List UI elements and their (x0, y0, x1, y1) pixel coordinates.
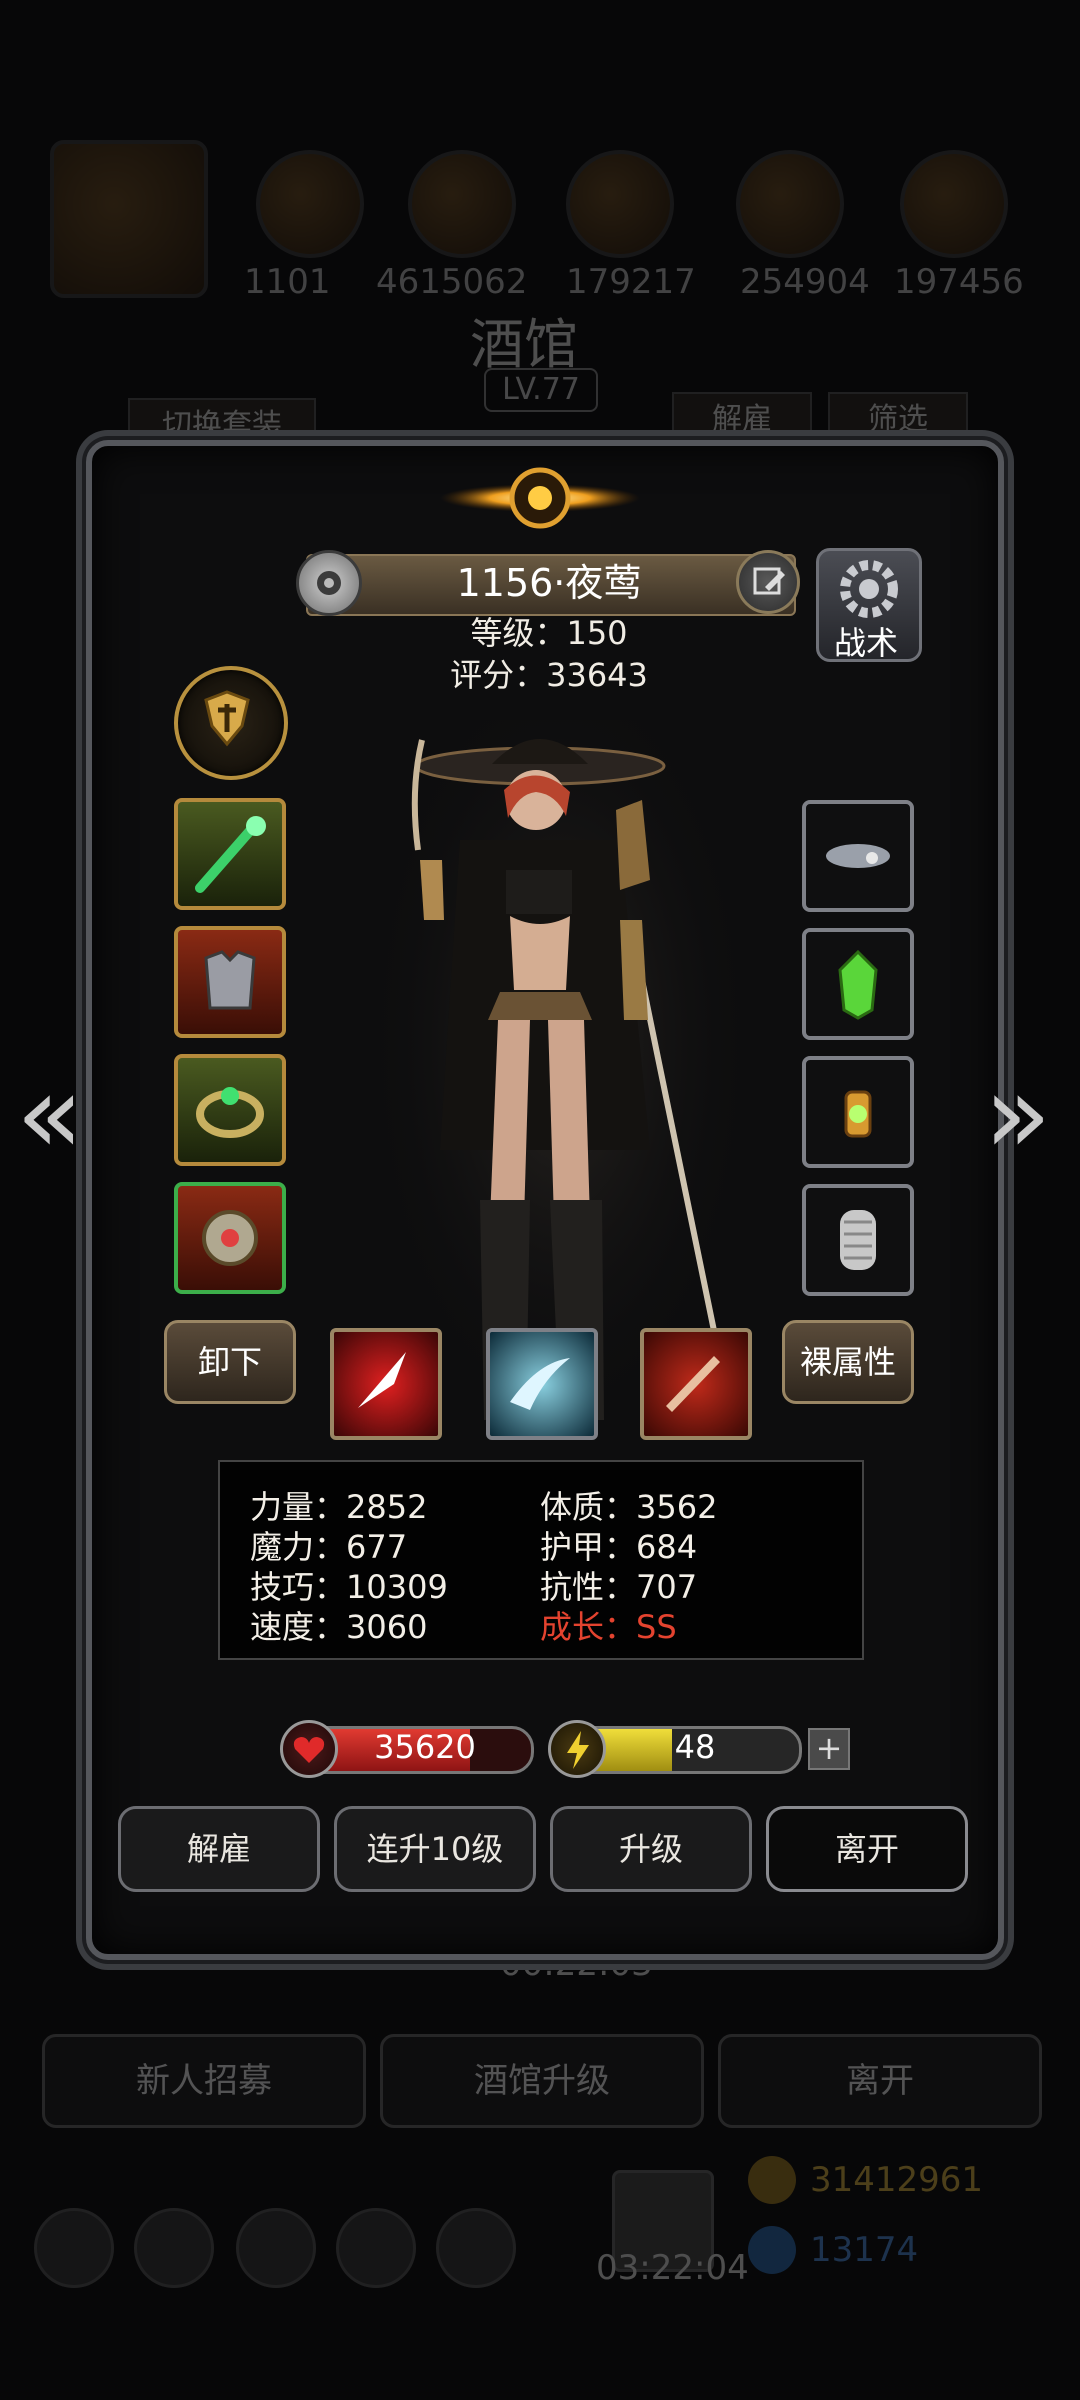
dismiss-button[interactable]: 解雇 (118, 1806, 320, 1892)
edit-icon (753, 567, 785, 595)
bg-menu-icon[interactable] (436, 2208, 516, 2288)
bg-number: 1101 (244, 262, 331, 302)
accessory-slot-2[interactable] (802, 928, 914, 1040)
bg-number: 254904 (740, 262, 870, 302)
bg-menu-icon[interactable] (134, 2208, 214, 2288)
hero-level: 等级：150 (470, 614, 628, 652)
bg-number: 4615062 (376, 262, 528, 302)
gear-icon[interactable] (296, 550, 362, 616)
recruit-button[interactable]: 新人招募 (42, 2034, 366, 2128)
bg-bottom-timer: 03:22:04 (596, 2248, 749, 2288)
accessory-slot-3[interactable] (802, 1056, 914, 1168)
slash-skill-icon (358, 1352, 406, 1408)
bg-number: 179217 (566, 262, 696, 302)
ring-slot[interactable] (174, 1054, 286, 1166)
prev-hero-arrow[interactable]: « (16, 1050, 83, 1178)
amulet-slot[interactable] (174, 1182, 286, 1294)
hero-name: 1156·夜莺 (456, 561, 642, 605)
staff-icon (195, 816, 266, 893)
amulet-icon (202, 1210, 258, 1266)
next-hero-arrow[interactable]: » (984, 1050, 1051, 1178)
gold-icon (748, 2156, 796, 2204)
bg-resource-icon (736, 150, 844, 258)
gold-amount: 31412961 (810, 2160, 984, 2200)
bg-leave-button[interactable]: 离开 (718, 2034, 1042, 2128)
skill-slot-3[interactable] (640, 1328, 752, 1440)
bg-resource-icon (256, 150, 364, 258)
bg-resource-icon (900, 150, 1008, 258)
accessory-slot-4[interactable] (802, 1184, 914, 1296)
bg-resource-icon (566, 150, 674, 258)
crest-icon (440, 467, 640, 529)
energy-value: 48 (674, 1728, 716, 1766)
dagger-skill-icon (666, 1356, 720, 1412)
skill-slot-2[interactable] (486, 1328, 598, 1440)
bg-menu-icon[interactable] (34, 2208, 114, 2288)
bg-number: 197456 (894, 262, 1024, 302)
unequip-button[interactable]: 卸下 (164, 1320, 296, 1404)
armor-slot[interactable] (174, 926, 286, 1038)
tactics-label: 战术 (833, 624, 898, 662)
cloud-icon (826, 844, 890, 868)
bg-avatar-icon (50, 140, 208, 298)
base-attributes-button[interactable]: 裸属性 (782, 1320, 914, 1404)
lantern-icon (844, 1090, 872, 1138)
tavern-upgrade-button[interactable]: 酒馆升级 (380, 2034, 704, 2128)
weapon-slot[interactable] (174, 798, 286, 910)
gem-amount: 13174 (810, 2230, 919, 2270)
add-energy-button[interactable]: + (808, 1728, 850, 1770)
lightning-icon (548, 1720, 606, 1778)
level-up-button[interactable]: 升级 (550, 1806, 752, 1892)
wind-slash-skill-icon (510, 1358, 570, 1410)
rename-button[interactable] (736, 550, 800, 614)
green-crystal-icon (838, 949, 878, 1020)
bg-menu-icon[interactable] (336, 2208, 416, 2288)
class-emblem-icon[interactable] (174, 666, 288, 780)
stat-growth: 成长：SS (540, 1608, 677, 1646)
chest-armor-icon (204, 950, 256, 1010)
stat-speed: 速度：3060 (250, 1608, 428, 1646)
hp-value: 35620 (374, 1728, 476, 1766)
accessory-slot-1[interactable] (802, 800, 914, 912)
bg-menu-icon[interactable] (236, 2208, 316, 2288)
bg-resource-icon (408, 150, 516, 258)
leave-button[interactable]: 离开 (766, 1806, 968, 1892)
tavern-level: LV.77 (484, 368, 598, 412)
chainmail-icon (840, 1210, 876, 1270)
hero-score: 评分：33643 (450, 656, 648, 694)
level-up-10-button[interactable]: 连升10级 (334, 1806, 536, 1892)
ring-icon (196, 1087, 264, 1138)
gem-icon (748, 2226, 796, 2274)
skill-slot-1[interactable] (330, 1328, 442, 1440)
